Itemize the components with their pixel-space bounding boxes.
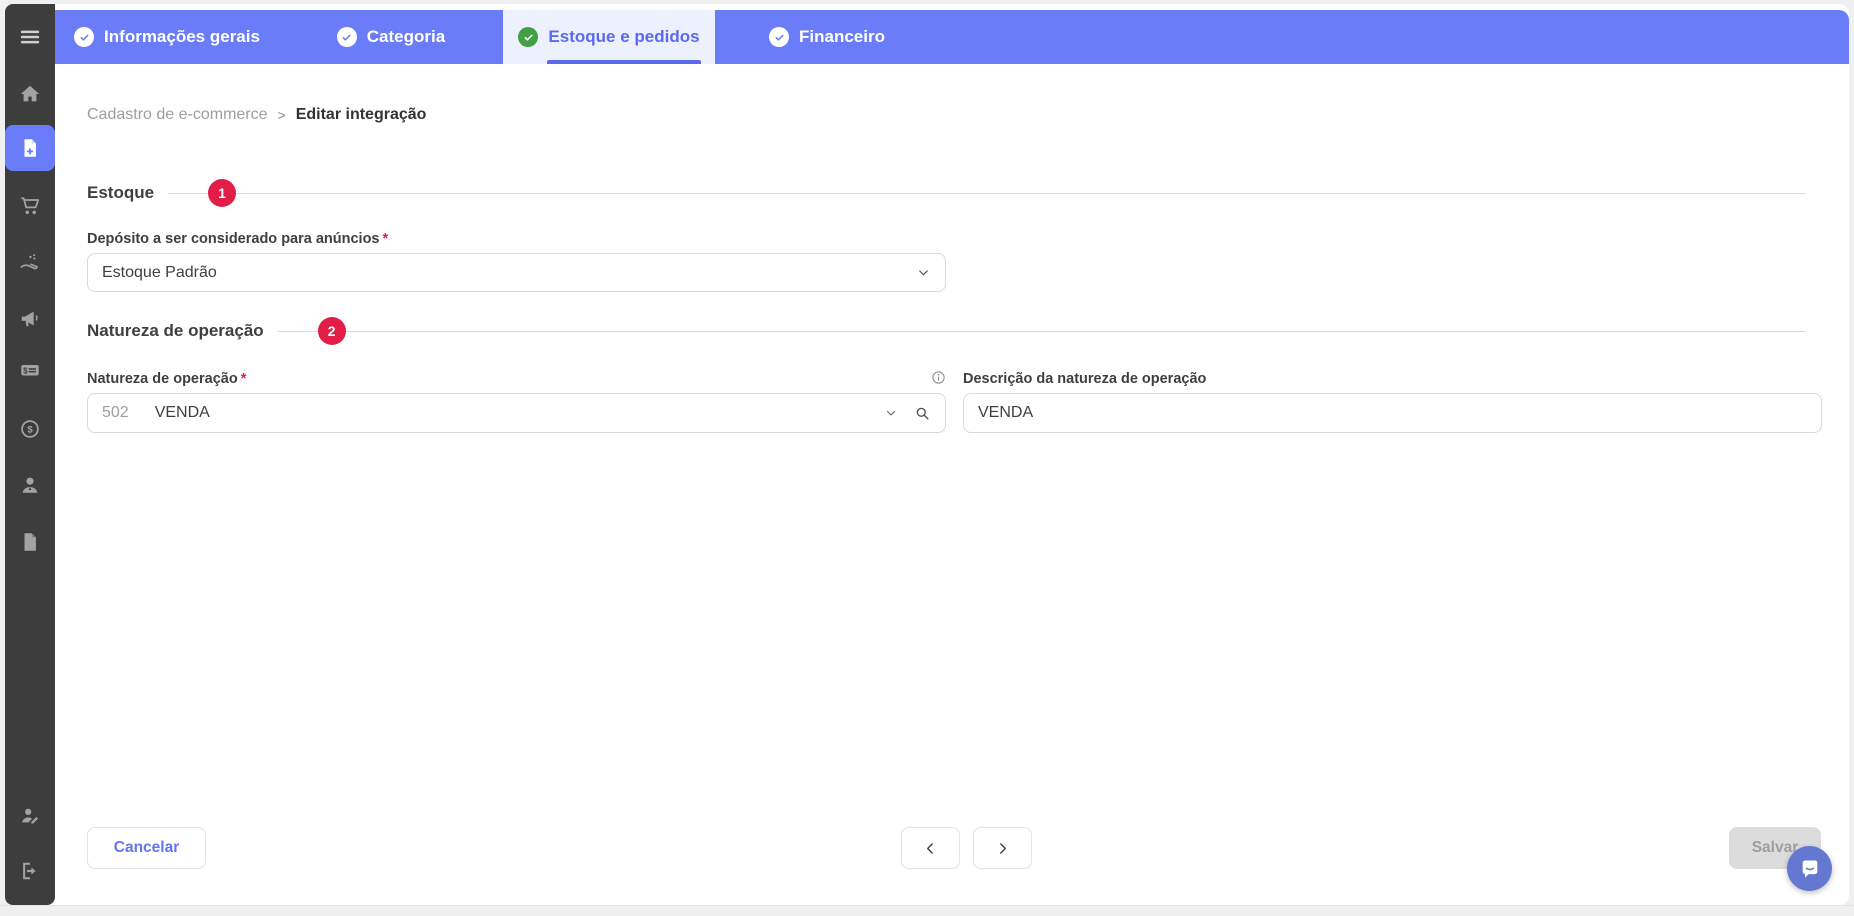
sidebar-item-recebimentos[interactable] <box>5 250 55 274</box>
natureza-combobox[interactable]: 502 VENDA <box>87 393 946 433</box>
deposito-label: Depósito a ser considerado para anúncios… <box>87 231 388 247</box>
check-circle-green-icon <box>518 27 538 47</box>
dollar-coin-icon: $ <box>19 418 41 440</box>
step-badge-2: 2 <box>318 317 346 345</box>
tab-label: Categoria <box>367 27 445 47</box>
menu-toggle-button[interactable] <box>5 25 55 49</box>
descricao-input[interactable]: VENDA <box>963 393 1822 433</box>
sidebar-item-cadastros-active[interactable] <box>5 125 55 171</box>
person-edit-icon <box>19 805 41 827</box>
chevron-right-icon <box>994 840 1011 857</box>
natureza-code: 502 <box>102 404 129 422</box>
section-title: Estoque <box>87 183 154 203</box>
previous-step-button[interactable] <box>901 827 960 869</box>
sidebar-item-relatorios[interactable] <box>5 530 55 554</box>
bill-icon: $ <box>19 359 41 381</box>
natureza-value: VENDA <box>155 404 210 422</box>
logout-icon <box>19 860 41 882</box>
section-divider: 1 <box>168 193 1806 194</box>
section-divider: 2 <box>278 331 1806 332</box>
tab-label: Financeiro <box>799 27 885 47</box>
breadcrumb-parent-link[interactable]: Cadastro de e-commerce <box>87 106 268 124</box>
document-icon <box>19 531 41 553</box>
next-step-button[interactable] <box>973 827 1032 869</box>
deposito-select[interactable]: Estoque Padrão <box>87 253 946 292</box>
section-title: Natureza de operação <box>87 321 264 341</box>
sidebar-item-clientes[interactable] <box>5 473 55 497</box>
sidebar-item-logout[interactable] <box>5 859 55 883</box>
content-card <box>5 4 1849 905</box>
tab-label: Informações gerais <box>104 27 260 47</box>
cancel-button[interactable]: Cancelar <box>87 827 206 869</box>
sidebar-item-marketing[interactable] <box>5 306 55 330</box>
deposito-select-value: Estoque Padrão <box>102 264 217 282</box>
wizard-tab-bar: Informações gerais Categoria Estoque e p… <box>55 10 1849 64</box>
section-header-estoque: Estoque 1 <box>87 178 1806 208</box>
app-window: Informações gerais Categoria Estoque e p… <box>0 0 1854 916</box>
search-icon[interactable] <box>914 405 931 422</box>
tab-categoria[interactable]: Categoria <box>279 10 503 64</box>
hamburger-icon <box>19 26 41 48</box>
tab-financeiro[interactable]: Financeiro <box>715 10 939 64</box>
person-icon <box>19 474 41 496</box>
sidebar-item-home[interactable] <box>5 82 55 106</box>
sidebar: $ $ <box>5 4 55 905</box>
info-icon[interactable] <box>929 368 947 386</box>
required-asterisk: * <box>383 231 389 247</box>
check-circle-icon <box>769 27 789 47</box>
chevron-left-icon <box>922 840 939 857</box>
check-circle-icon <box>74 27 94 47</box>
document-add-icon <box>19 137 41 159</box>
chevron-down-icon[interactable] <box>884 406 898 420</box>
required-asterisk: * <box>241 371 247 387</box>
descricao-value: VENDA <box>978 404 1033 422</box>
bottom-edge-strip <box>0 905 1854 916</box>
tab-informacoes-gerais[interactable]: Informações gerais <box>55 10 279 64</box>
home-icon <box>19 83 41 105</box>
hand-coins-icon <box>19 251 41 273</box>
tab-estoque-e-pedidos[interactable]: Estoque e pedidos <box>503 10 715 64</box>
chat-bubble-icon <box>1798 857 1822 881</box>
breadcrumb: Cadastro de e-commerce > Editar integraç… <box>87 106 426 124</box>
natureza-label: Natureza de operação* <box>87 371 246 387</box>
descricao-label: Descrição da natureza de operação <box>963 371 1206 387</box>
sidebar-item-perfil[interactable] <box>5 804 55 828</box>
check-circle-icon <box>337 27 357 47</box>
breadcrumb-separator: > <box>278 107 286 123</box>
svg-text:$: $ <box>23 366 28 375</box>
active-tab-underline <box>547 60 701 64</box>
step-badge-1: 1 <box>208 179 236 207</box>
sidebar-item-financeiro[interactable]: $ <box>5 417 55 441</box>
sidebar-item-vendas[interactable] <box>5 194 55 218</box>
svg-text:$: $ <box>27 425 33 436</box>
breadcrumb-current: Editar integração <box>296 106 427 124</box>
section-header-natureza: Natureza de operação 2 <box>87 316 1806 346</box>
shopping-cart-icon <box>19 195 41 217</box>
tab-label: Estoque e pedidos <box>548 27 699 47</box>
megaphone-icon <box>19 307 41 329</box>
chat-launcher-button[interactable] <box>1787 846 1832 891</box>
chevron-down-icon[interactable] <box>916 265 931 280</box>
sidebar-item-notas[interactable]: $ <box>5 358 55 382</box>
